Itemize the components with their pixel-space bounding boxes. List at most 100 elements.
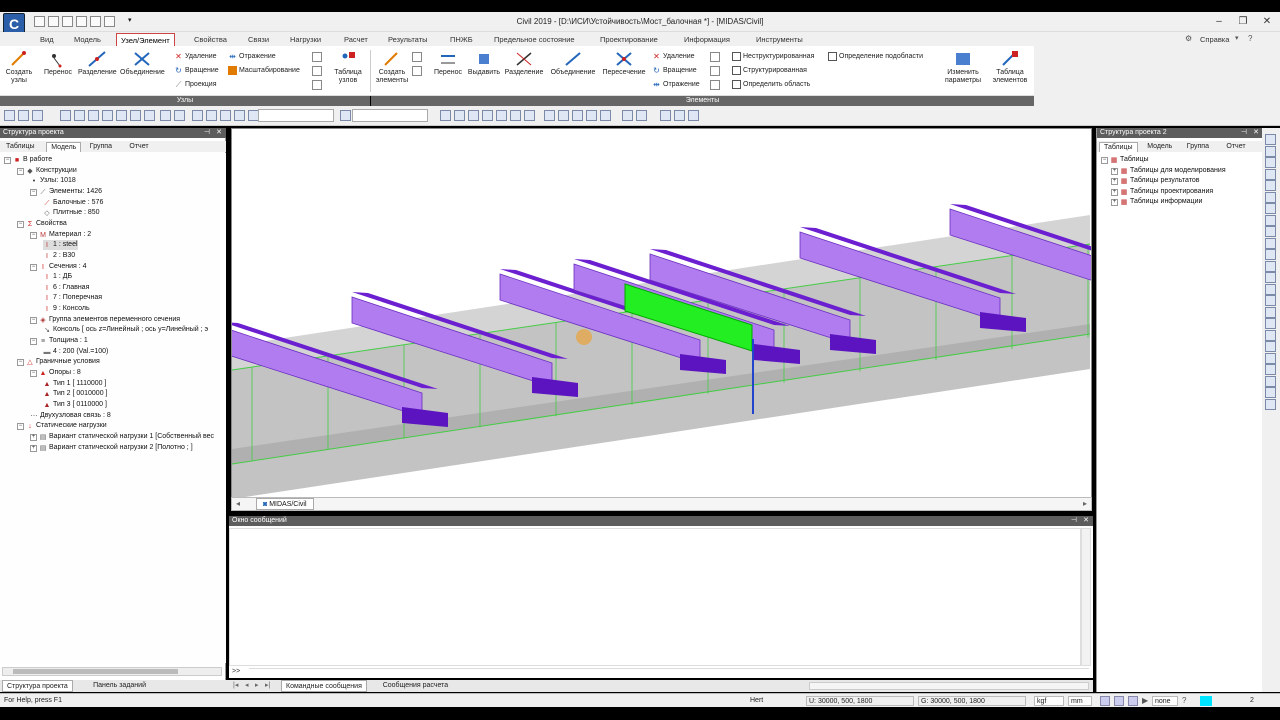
define-subregion-button[interactable]: Определение подобласти	[828, 51, 923, 63]
intersect-button[interactable]: Пересечение	[600, 50, 648, 77]
view-tool-icon[interactable]	[1265, 237, 1276, 249]
tree-node[interactable]: − ◆ Конструкции	[17, 166, 77, 176]
tree-node[interactable]: I 1 : ДБ	[43, 272, 72, 282]
create-elements-button[interactable]: Создать элементы	[374, 50, 410, 85]
ribbon-tab[interactable]: Вид	[36, 33, 58, 46]
ribbon-tab[interactable]: Нагрузки	[286, 33, 325, 46]
unstructured-mesh-button[interactable]: Неструктурированная	[732, 51, 814, 63]
tree-node[interactable]: • Узлы: 1018	[30, 176, 76, 186]
toolbar-tool-icon[interactable]	[496, 110, 507, 121]
tree-node[interactable]: ◇ Плитные : 850	[43, 208, 99, 218]
play-icon[interactable]: ▶	[1142, 696, 1148, 705]
toolbar-tool-icon[interactable]	[544, 110, 555, 121]
element-tool-c-icon[interactable]	[710, 52, 720, 62]
toolbar-tool-icon[interactable]	[440, 110, 451, 121]
msg-next-icon[interactable]: ▸	[255, 681, 259, 689]
toolbar-tool-icon[interactable]	[340, 110, 351, 121]
view-tool-icon[interactable]	[1265, 145, 1276, 157]
tree-node[interactable]: − △ Граничные условия	[17, 357, 100, 367]
toolbar-tool-icon[interactable]	[192, 110, 203, 121]
move-elements-button[interactable]: Перенос	[432, 50, 464, 77]
view-tool-icon[interactable]	[1265, 203, 1276, 214]
viewport-tab-arrow-icon[interactable]: ◂	[236, 499, 240, 508]
tree-node[interactable]: − ◈ Группа элементов переменного сечения	[30, 315, 180, 325]
toolbar-tool-icon[interactable]	[482, 110, 493, 121]
message-close-icon[interactable]: ✕	[1083, 516, 1089, 526]
toolbar-tool-icon[interactable]	[174, 110, 185, 121]
view-tool-icon[interactable]	[1265, 341, 1276, 352]
command-input[interactable]	[249, 668, 1089, 677]
left-panel-tab[interactable]: Группа	[86, 142, 116, 152]
view-tool-icon[interactable]	[1265, 134, 1276, 145]
tree-node[interactable]: ▬ 4 : 200 (Val.=100)	[43, 347, 109, 357]
tree-expand-toggle-icon[interactable]: −	[30, 231, 37, 239]
tree-expand-toggle-icon[interactable]: +	[1111, 199, 1118, 207]
snap-b-icon[interactable]	[1114, 696, 1124, 706]
tree-node[interactable]: − Σ Свойства	[17, 219, 67, 229]
left-panel-tab[interactable]: Таблицы	[2, 142, 39, 152]
toolbar-tool-icon[interactable]	[18, 110, 29, 121]
tree-node[interactable]: − ▲ Опоры : 8	[30, 368, 81, 378]
merge-elements-button[interactable]: Объединение	[548, 50, 598, 77]
right-pin-icon[interactable]: ⊣	[1241, 128, 1247, 138]
view-tool-icon[interactable]	[1265, 191, 1276, 203]
toolbar-tool-icon[interactable]	[558, 110, 569, 121]
view-tool-icon[interactable]	[1265, 157, 1276, 168]
toolbar-tool-icon[interactable]	[510, 110, 521, 121]
toolbar-tool-icon[interactable]	[130, 110, 141, 121]
projection-button[interactable]: ⟋ Проекция	[174, 79, 217, 91]
delete-elements-button[interactable]: ✕ Удаление	[652, 51, 694, 63]
ribbon-tab[interactable]: Инструменты	[752, 33, 807, 46]
toolbar-tool-icon[interactable]	[160, 110, 171, 121]
tree-expand-toggle-icon[interactable]: +	[1111, 188, 1118, 196]
toolbar-select-a[interactable]	[258, 109, 334, 122]
toolbar-select-b[interactable]	[352, 109, 428, 122]
left-bottom-tab[interactable]: Панель заданий	[89, 680, 150, 692]
viewport-tab[interactable]: ◙ MIDAS/Civil	[256, 498, 314, 510]
view-tool-icon[interactable]	[1265, 168, 1276, 180]
view-tool-icon[interactable]	[1265, 226, 1276, 237]
length-unit-select[interactable]: mm	[1068, 696, 1092, 706]
ribbon-tab[interactable]: Узел/Элемент	[116, 33, 175, 46]
tree-expand-toggle-icon[interactable]: −	[30, 316, 37, 324]
tree-expand-toggle-icon[interactable]: −	[17, 359, 24, 367]
toolbar-tool-icon[interactable]	[622, 110, 633, 121]
tree-node[interactable]: − M Материал : 2	[30, 230, 91, 240]
toolbar-tool-icon[interactable]	[660, 110, 671, 121]
table-tree-node[interactable]: + ▦ Таблицы информации	[1111, 197, 1202, 207]
toolbar-tool-icon[interactable]	[636, 110, 647, 121]
change-parameters-button[interactable]: Изменить параметры	[940, 50, 986, 85]
tree-node[interactable]: I 2 : B30	[43, 251, 75, 261]
right-panel-tab[interactable]: Группа	[1183, 142, 1213, 152]
tree-node[interactable]: + ▤ Вариант статической нагрузки 2 [Полотн…	[30, 443, 193, 453]
node-table-button[interactable]: Таблица узлов	[330, 50, 366, 85]
table-tree-node[interactable]: + ▦ Таблицы для моделирования	[1111, 166, 1226, 176]
element-table-button[interactable]: Таблица элементов	[988, 50, 1032, 85]
message-vscrollbar[interactable]	[1081, 528, 1091, 666]
tree-node[interactable]: I 1 : steel	[43, 240, 78, 251]
view-tool-icon[interactable]	[1265, 180, 1276, 191]
tree-node[interactable]: ⋯ Двухузловая связь : 8	[30, 411, 111, 421]
toolbar-tool-icon[interactable]	[144, 110, 155, 121]
tree-node[interactable]: I 9 : Консоль	[43, 304, 90, 314]
tree-expand-toggle-icon[interactable]: −	[30, 370, 37, 377]
tree-node[interactable]: ⟋ Балочные : 576	[43, 198, 104, 208]
msg-prev-icon[interactable]: ◂	[245, 681, 249, 689]
view-tool-icon[interactable]	[1265, 260, 1276, 272]
element-tool-e-icon[interactable]	[710, 80, 720, 90]
tree-expand-toggle-icon[interactable]: −	[30, 338, 37, 346]
ribbon-tab[interactable]: Модель	[70, 33, 105, 46]
tree-node[interactable]: − ↓ Статические нагрузки	[17, 421, 107, 431]
message-log-area[interactable]	[229, 528, 1081, 666]
delete-nodes-button[interactable]: ✕ Удаление	[174, 51, 216, 63]
snap-c-icon[interactable]	[1128, 696, 1138, 706]
tree-expand-toggle-icon[interactable]: +	[30, 433, 37, 441]
left-panel-scroll-thumb[interactable]	[13, 669, 178, 674]
tree-node[interactable]: − ⟋ Элементы: 1426	[30, 187, 102, 197]
model-viewport[interactable]	[231, 128, 1092, 498]
view-tool-icon[interactable]	[1265, 214, 1276, 226]
ribbon-tab[interactable]: Информация	[680, 33, 734, 46]
view-tool-icon[interactable]	[1265, 249, 1276, 260]
divide-elements-button[interactable]: Разделение	[504, 50, 544, 77]
tree-expand-toggle-icon[interactable]: −	[17, 167, 24, 175]
